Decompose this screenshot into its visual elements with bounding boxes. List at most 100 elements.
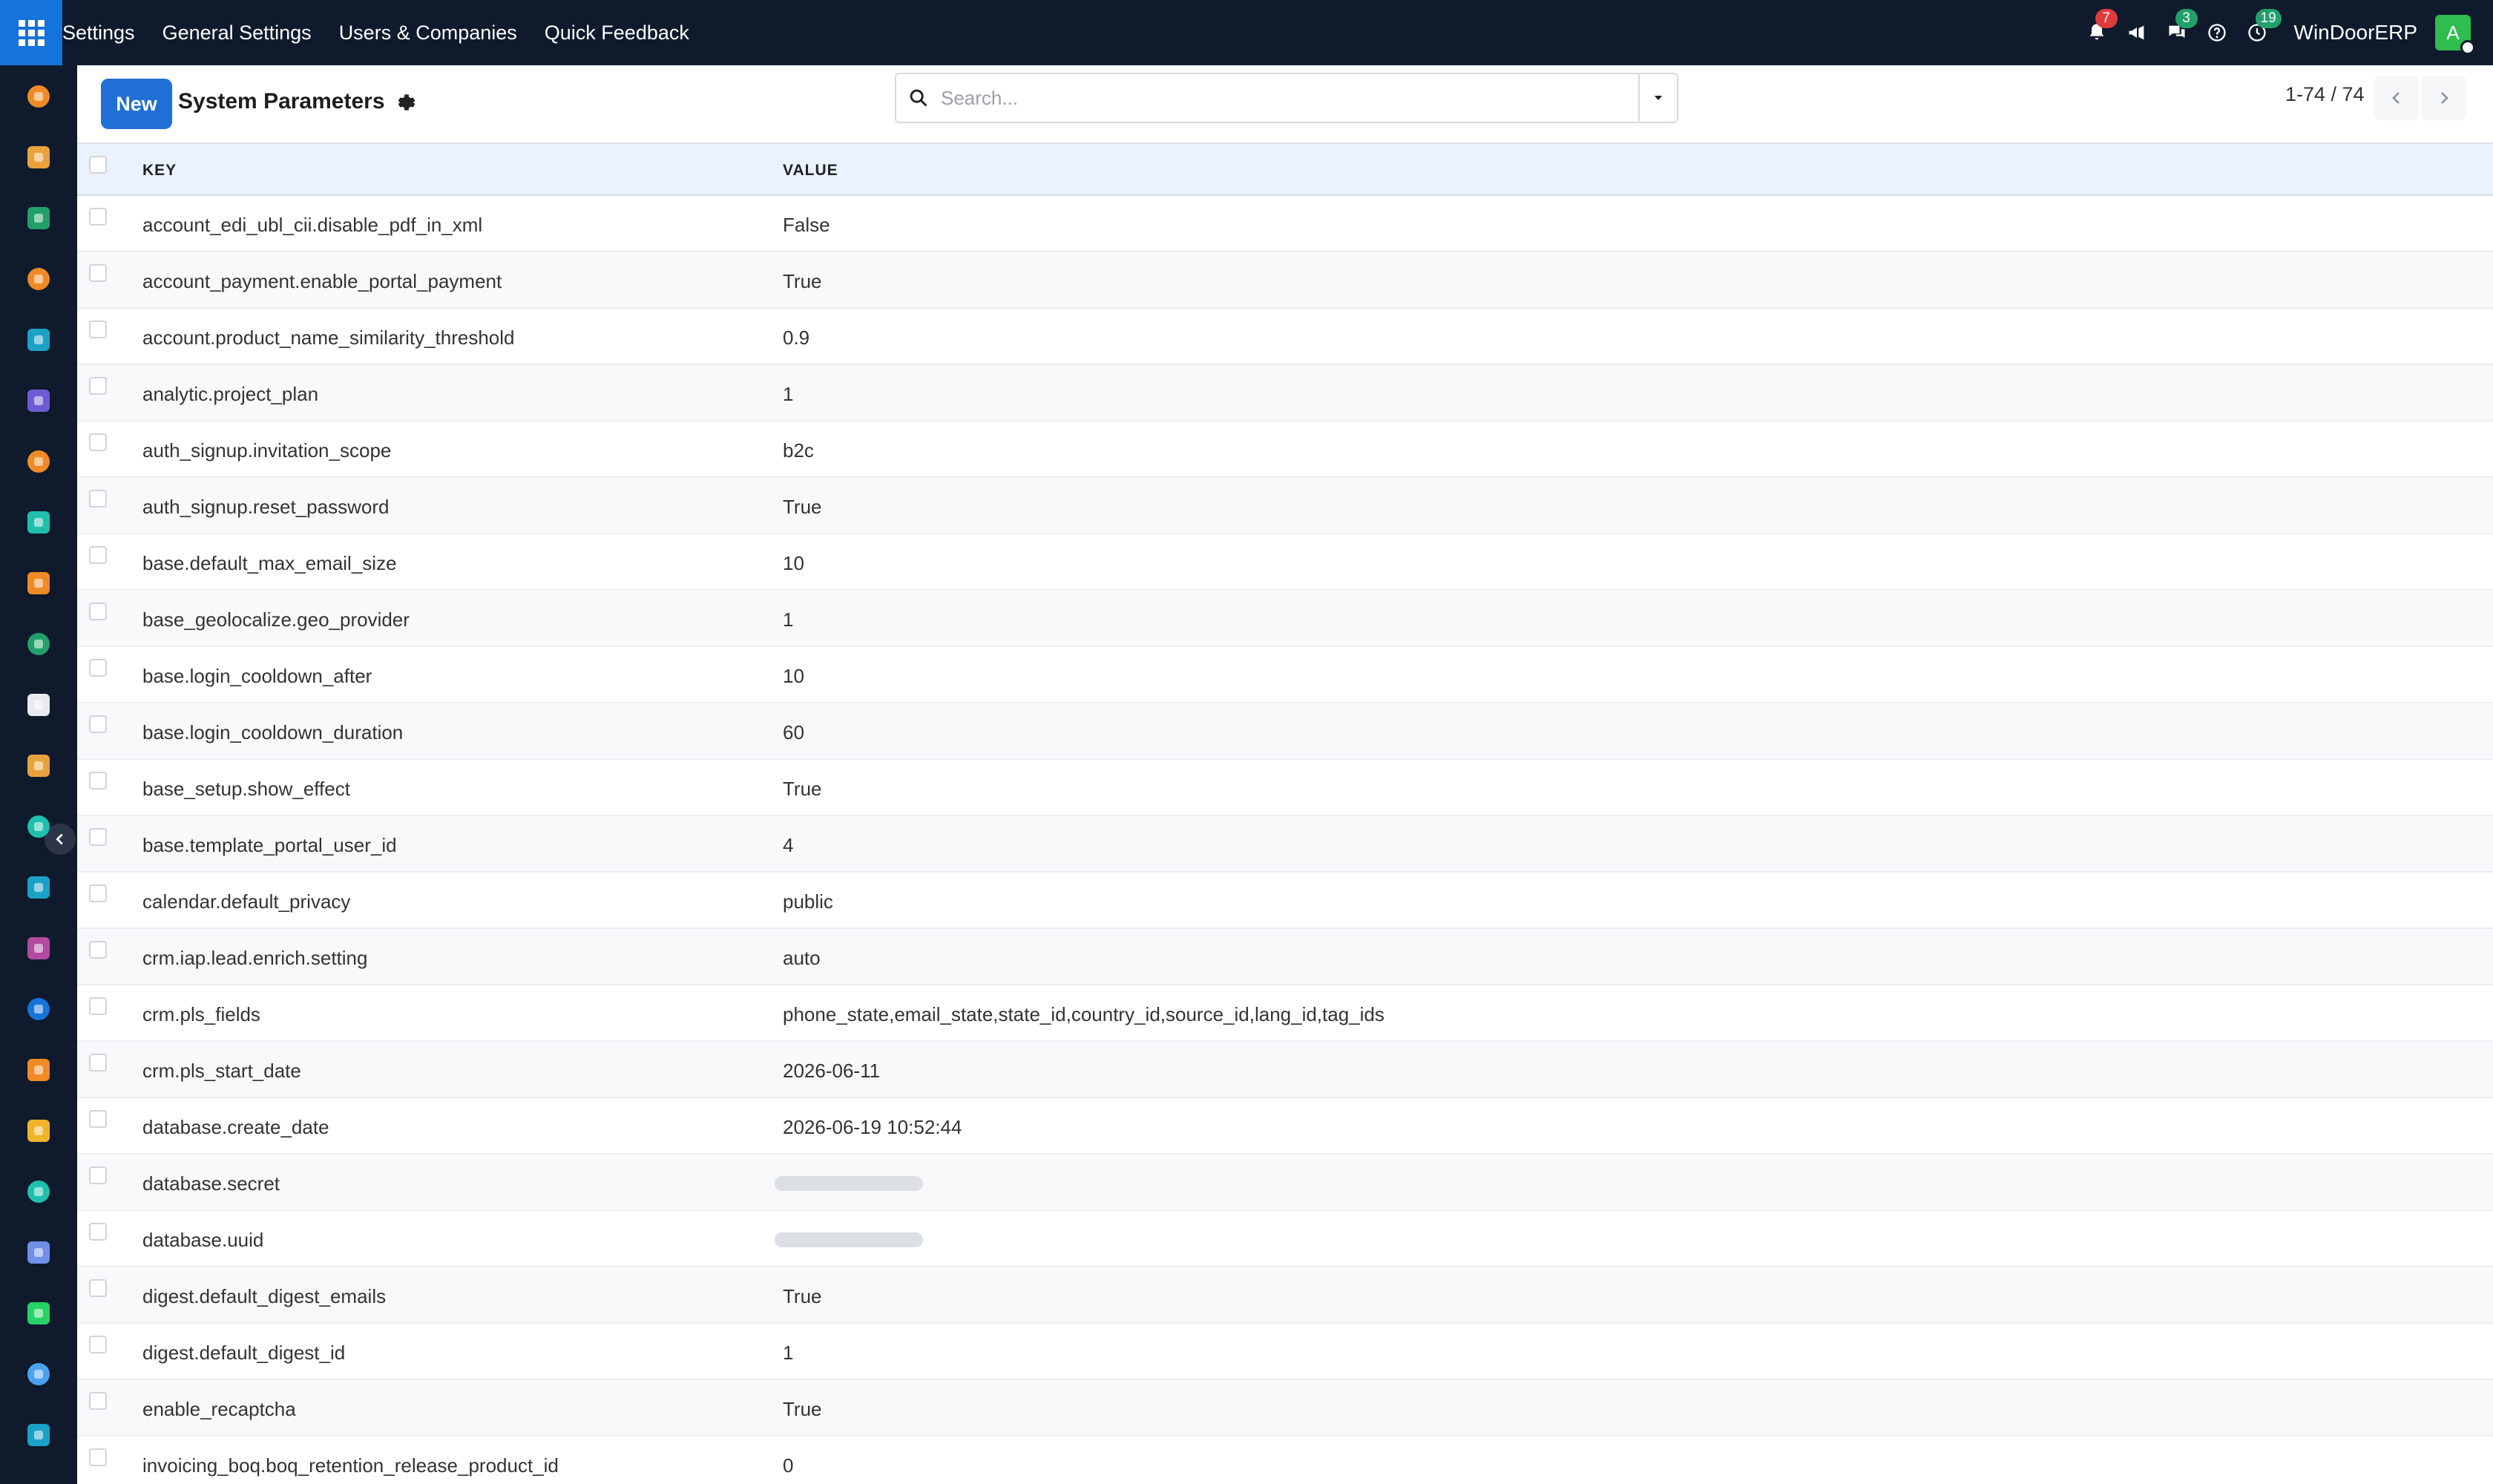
cell-value: False bbox=[783, 214, 830, 236]
timesheet-icon[interactable] bbox=[24, 1359, 53, 1389]
row-checkbox[interactable] bbox=[89, 941, 107, 959]
company-switcher[interactable]: WinDoorERP bbox=[2294, 21, 2417, 45]
dashboards-icon[interactable] bbox=[24, 1238, 53, 1267]
row-checkbox[interactable] bbox=[89, 1223, 107, 1241]
table-row[interactable]: base.login_cooldown_after 10 bbox=[77, 647, 2493, 703]
cell-value: 1 bbox=[783, 383, 794, 405]
menu-general-settings[interactable]: General Settings bbox=[162, 22, 312, 45]
menu-users-companies[interactable]: Users & Companies bbox=[339, 22, 517, 45]
row-checkbox[interactable] bbox=[89, 546, 107, 564]
select-all-checkbox[interactable] bbox=[89, 156, 107, 174]
sign-icon[interactable] bbox=[24, 1177, 53, 1206]
row-checkbox[interactable] bbox=[89, 1392, 107, 1410]
table-row[interactable]: analytic.project_plan 1 bbox=[77, 365, 2493, 421]
row-checkbox[interactable] bbox=[89, 1279, 107, 1297]
pager-next-button[interactable] bbox=[2422, 76, 2466, 120]
table-row[interactable]: digest.default_digest_id 1 bbox=[77, 1324, 2493, 1380]
accounting-icon[interactable] bbox=[24, 568, 53, 598]
row-checkbox[interactable] bbox=[89, 377, 107, 395]
employees-icon[interactable] bbox=[24, 629, 53, 659]
table-row[interactable]: account_payment.enable_portal_payment Tru… bbox=[77, 252, 2493, 309]
cell-key: auth_signup.invitation_scope bbox=[142, 439, 392, 462]
row-checkbox[interactable] bbox=[89, 321, 107, 338]
row-checkbox[interactable] bbox=[89, 1054, 107, 1071]
table-row[interactable]: account_edi_ubl_cii.disable_pdf_in_xml Fa… bbox=[77, 196, 2493, 252]
table-row[interactable]: base.template_portal_user_id 4 bbox=[77, 816, 2493, 873]
messages-button[interactable]: 3 bbox=[2162, 9, 2198, 47]
row-checkbox[interactable] bbox=[89, 490, 107, 508]
cell-key: account_payment.enable_portal_payment bbox=[142, 270, 502, 292]
activities-button[interactable]: 19 bbox=[2242, 9, 2282, 47]
row-checkbox[interactable] bbox=[89, 715, 107, 733]
discuss-icon[interactable] bbox=[24, 142, 53, 172]
row-checkbox[interactable] bbox=[89, 1166, 107, 1184]
table-row[interactable]: account.product_name_similarity_threshol… bbox=[77, 309, 2493, 365]
gear-icon[interactable] bbox=[393, 91, 417, 114]
table-row[interactable]: database.create_date 2026-06-19 10:52:44 bbox=[77, 1098, 2493, 1155]
calendar-icon[interactable] bbox=[24, 1116, 53, 1146]
row-checkbox[interactable] bbox=[89, 264, 107, 282]
table-row[interactable]: database.uuid bbox=[77, 1211, 2493, 1267]
crm-icon[interactable] bbox=[24, 264, 53, 294]
chevron-right-icon bbox=[2441, 92, 2448, 104]
row-checkbox[interactable] bbox=[89, 828, 107, 846]
cell-key: base_setup.show_effect bbox=[142, 778, 350, 800]
website-icon[interactable] bbox=[24, 325, 53, 355]
search-input[interactable] bbox=[941, 74, 1638, 122]
announcements-button[interactable] bbox=[2122, 18, 2152, 47]
help-button[interactable] bbox=[2202, 18, 2232, 47]
notifications-button[interactable]: 7 bbox=[2082, 9, 2118, 47]
row-checkbox[interactable] bbox=[89, 1110, 107, 1128]
table-row[interactable]: enable_recaptcha True bbox=[77, 1380, 2493, 1437]
table-row[interactable]: calendar.default_privacy public bbox=[77, 873, 2493, 929]
knowledge-icon[interactable] bbox=[24, 873, 53, 902]
table-row[interactable]: auth_signup.invitation_scope b2c bbox=[77, 421, 2493, 478]
todo-icon[interactable] bbox=[24, 812, 53, 841]
website-2-icon[interactable] bbox=[24, 1420, 53, 1450]
column-header-key[interactable]: KEY bbox=[142, 162, 177, 180]
row-checkbox[interactable] bbox=[89, 208, 107, 226]
row-checkbox[interactable] bbox=[89, 1448, 107, 1466]
row-checkbox[interactable] bbox=[89, 433, 107, 451]
contacts-icon[interactable] bbox=[24, 203, 53, 233]
email-marketing-icon[interactable] bbox=[24, 386, 53, 416]
new-button[interactable]: New bbox=[101, 79, 172, 129]
row-checkbox[interactable] bbox=[89, 603, 107, 620]
row-checkbox[interactable] bbox=[89, 997, 107, 1015]
pager-previous-button[interactable] bbox=[2374, 76, 2419, 120]
purchase-icon[interactable] bbox=[24, 933, 53, 963]
livechat-icon[interactable] bbox=[24, 447, 53, 476]
project-icon[interactable] bbox=[24, 508, 53, 537]
menu-settings[interactable]: Settings bbox=[62, 22, 135, 45]
table-row[interactable]: crm.iap.lead.enrich.setting auto bbox=[77, 929, 2493, 985]
table-row[interactable]: base.default_max_email_size 10 bbox=[77, 534, 2493, 591]
search-options-toggle[interactable] bbox=[1638, 74, 1677, 122]
row-checkbox[interactable] bbox=[89, 659, 107, 677]
whatsapp-icon[interactable] bbox=[24, 1298, 53, 1328]
column-header-value[interactable]: VALUE bbox=[783, 162, 838, 180]
pager-value[interactable]: 1-74 / 74 bbox=[2285, 83, 2365, 106]
table-row[interactable]: crm.pls_fields phone_state,email_state,st… bbox=[77, 985, 2493, 1042]
table-row[interactable]: crm.pls_start_date 2026-06-11 bbox=[77, 1042, 2493, 1098]
row-checkbox[interactable] bbox=[89, 884, 107, 902]
table-row[interactable]: base_setup.show_effect True bbox=[77, 760, 2493, 816]
app-launcher-button[interactable] bbox=[0, 0, 62, 65]
sales-icon[interactable] bbox=[24, 751, 53, 781]
search-icon bbox=[910, 89, 927, 107]
table-row[interactable]: base.login_cooldown_duration 60 bbox=[77, 703, 2493, 760]
menu-quick-feedback[interactable]: Quick Feedback bbox=[545, 22, 689, 45]
table-row[interactable]: digest.default_digest_emails True bbox=[77, 1267, 2493, 1324]
team-icon[interactable] bbox=[24, 1055, 53, 1085]
table-row[interactable]: database.secret bbox=[77, 1155, 2493, 1211]
cell-value: True bbox=[783, 778, 822, 800]
row-checkbox[interactable] bbox=[89, 772, 107, 789]
row-checkbox[interactable] bbox=[89, 1336, 107, 1353]
table-row[interactable]: base_geolocalize.geo_provider 1 bbox=[77, 591, 2493, 647]
inventory-icon[interactable] bbox=[24, 690, 53, 720]
table-row[interactable]: auth_signup.reset_password True bbox=[77, 478, 2493, 534]
invoicing-icon[interactable] bbox=[24, 82, 53, 111]
expenses-icon[interactable] bbox=[24, 994, 53, 1024]
cell-key: base.template_portal_user_id bbox=[142, 834, 397, 856]
user-avatar[interactable]: A bbox=[2435, 15, 2475, 55]
table-row[interactable]: invoicing_boq.boq_retention_release_prod… bbox=[77, 1437, 2493, 1484]
